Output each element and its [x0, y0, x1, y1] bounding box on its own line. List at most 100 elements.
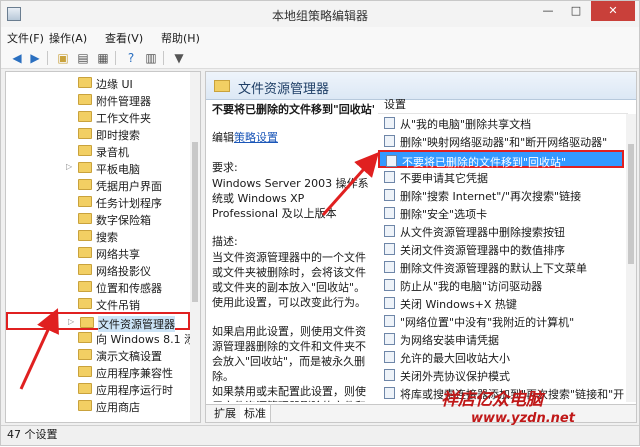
- tree-item[interactable]: 文件吊销: [6, 295, 190, 313]
- policy-row[interactable]: 从"我的电脑"删除共享文档: [378, 114, 624, 132]
- policy-label: 删除"映射网络驱动器"和"断开网络驱动器": [400, 136, 608, 149]
- folder-icon: [78, 264, 92, 275]
- menu-view[interactable]: 查看(V): [105, 30, 143, 46]
- policy-setting-icon: [384, 297, 395, 309]
- policy-label: 删除文件资源管理器的默认上下文菜单: [400, 262, 587, 275]
- tree-item-label: 应用商店: [96, 401, 140, 414]
- tree-item-label: 应用程序兼容性: [96, 367, 173, 380]
- edit-policy-link[interactable]: 策略设置: [234, 131, 278, 144]
- enable-text: 如果启用此设置，则使用文件资源管理器删除的文件和文件夹不会放入"回收站"，而是被…: [212, 325, 366, 383]
- close-button[interactable]: ✕: [591, 1, 635, 21]
- toolbar: ◀ ▶ ▣ ▤ ▦ ? ▥ ▼: [1, 47, 639, 69]
- policy-row[interactable]: 不要将已删除的文件移到"回收站": [378, 150, 624, 169]
- requirement-label: 要求:: [212, 161, 238, 174]
- list-scrollbar[interactable]: [626, 114, 636, 402]
- filter-icon[interactable]: ▼: [171, 50, 187, 66]
- policy-setting-icon: [384, 207, 395, 219]
- folder-icon: [78, 94, 92, 105]
- policy-row[interactable]: 不要申请其它凭据: [378, 168, 624, 186]
- tree-item[interactable]: 搜索: [6, 227, 190, 245]
- list-scroll-thumb[interactable]: [628, 144, 634, 264]
- policy-editor-window: 本地组策略编辑器 — □ ✕ 文件(F) 操作(A) 查看(V) 帮助(H) ◀…: [0, 0, 640, 446]
- up-folder-icon[interactable]: ▣: [55, 50, 71, 66]
- expand-arrow-icon[interactable]: ▷: [68, 317, 74, 326]
- help-icon[interactable]: ?: [123, 50, 139, 66]
- tree-item[interactable]: 附件管理器: [6, 91, 190, 109]
- export-icon[interactable]: ▦: [95, 50, 111, 66]
- policy-row[interactable]: 为网络安装申请凭据: [378, 330, 624, 348]
- policy-row[interactable]: 删除文件资源管理器的默认上下文菜单: [378, 258, 624, 276]
- policy-row[interactable]: 从文件资源管理器中删除搜索按钮: [378, 222, 624, 240]
- maximize-button[interactable]: □: [563, 1, 589, 21]
- tree-item-label: 应用程序运行时: [96, 384, 173, 397]
- policy-label: 删除"搜索 Internet"/"再次搜索"链接: [400, 190, 582, 203]
- policy-row[interactable]: 关闭文件资源管理器中的数值排序: [378, 240, 624, 258]
- tree-item-label: 边缘 UI: [96, 78, 133, 91]
- policy-row[interactable]: 允许的最大回收站大小: [378, 348, 624, 366]
- policy-label: 删除"安全"选项卡: [400, 208, 488, 221]
- policy-label: "网络位置"中没有"我附近的计算机": [400, 316, 575, 329]
- minimize-button[interactable]: —: [535, 1, 561, 21]
- forward-icon[interactable]: ▶: [27, 50, 43, 66]
- policy-setting-icon: [384, 171, 395, 183]
- tree-item[interactable]: 位置和传感器: [6, 278, 190, 296]
- tree-item-label: 即时搜索: [96, 129, 140, 142]
- policy-label: 关闭文件资源管理器中的数值排序: [400, 244, 565, 257]
- edit-prefix: 编辑: [212, 131, 234, 144]
- tree-item[interactable]: 边缘 UI: [6, 74, 190, 92]
- tree-item[interactable]: 网络投影仪: [6, 261, 190, 279]
- back-icon[interactable]: ◀: [9, 50, 25, 66]
- policy-row[interactable]: 删除"搜索 Internet"/"再次搜索"链接: [378, 186, 624, 204]
- tree-item[interactable]: 任务计划程序: [6, 193, 190, 211]
- tree-item[interactable]: 网络共享: [6, 244, 190, 262]
- tree-item-label: 工作文件夹: [96, 112, 151, 125]
- tree-item[interactable]: 工作文件夹: [6, 108, 190, 126]
- settings-column-header[interactable]: 设置: [378, 96, 628, 114]
- policy-setting-icon: [384, 315, 395, 327]
- folder-icon: [78, 247, 92, 258]
- tree-scroll-thumb[interactable]: [192, 142, 198, 302]
- tree-item[interactable]: 应用程序运行时: [6, 380, 190, 398]
- requirement-text: Windows Server 2003 操作系统或 Windows XP Pro…: [212, 177, 369, 220]
- folder-icon: [214, 80, 230, 92]
- policy-row[interactable]: "网络位置"中没有"我附近的计算机": [378, 312, 624, 330]
- tree-item[interactable]: 应用程序兼容性: [6, 363, 190, 381]
- tab-standard[interactable]: 标准: [240, 405, 271, 422]
- folder-icon: [78, 366, 92, 377]
- tree-item[interactable]: 应用商店: [6, 397, 190, 415]
- policy-label: 为网络安装申请凭据: [400, 334, 499, 347]
- policy-setting-icon: [384, 333, 395, 345]
- tree-item[interactable]: 演示文稿设置: [6, 346, 190, 364]
- menu-action[interactable]: 操作(A): [49, 30, 87, 46]
- watermark-url: www.yzdn.net: [471, 411, 575, 426]
- policy-setting-icon: [384, 387, 395, 399]
- folder-icon: [78, 179, 92, 190]
- tree-scrollbar[interactable]: [190, 72, 200, 422]
- menu-file[interactable]: 文件(F): [7, 30, 44, 46]
- status-bar: 47 个设置: [1, 425, 639, 445]
- show-hide-tree-icon[interactable]: ▤: [75, 50, 91, 66]
- tree-item[interactable]: 即时搜索: [6, 125, 190, 143]
- policy-row[interactable]: 删除"安全"选项卡: [378, 204, 624, 222]
- folder-icon: [78, 111, 92, 122]
- tree-item[interactable]: ▷ 平板电脑: [6, 159, 190, 177]
- policy-row[interactable]: 关闭 Windows+X 热键: [378, 294, 624, 312]
- tree-item-label: 演示文稿设置: [96, 350, 162, 363]
- tree-item[interactable]: 数字保险箱: [6, 210, 190, 228]
- tree-item-label: 网络投影仪: [96, 265, 151, 278]
- tree-item[interactable]: 向 Windows 8.1 添加: [6, 329, 200, 347]
- menu-help[interactable]: 帮助(H): [161, 30, 200, 46]
- expand-arrow-icon[interactable]: ▷: [66, 162, 72, 171]
- disable-text: 如果禁用或未配置此设置，则使用文件资源管理器删除的文件和文件夹将放入"回收站"。: [212, 385, 366, 402]
- tab-extended[interactable]: 扩展: [210, 405, 241, 422]
- properties-icon[interactable]: ▥: [143, 50, 159, 66]
- tree-item[interactable]: 录音机: [6, 142, 190, 160]
- tree-item[interactable]: ▷ 文件资源管理器: [6, 312, 190, 332]
- policy-row[interactable]: 防止从"我的电脑"访问驱动器: [378, 276, 624, 294]
- folder-icon: [78, 128, 92, 139]
- description-text: 当文件资源管理器中的一个文件或文件夹被删除时，会将该文件或文件夹的副本放入"回收…: [212, 251, 366, 309]
- tree-item[interactable]: 凭据用户界面: [6, 176, 190, 194]
- title-bar: 本地组策略编辑器 — □ ✕: [1, 1, 639, 27]
- policy-row[interactable]: 关闭外壳协议保护模式: [378, 366, 624, 384]
- policy-row[interactable]: 删除"映射网络驱动器"和"断开网络驱动器": [378, 132, 624, 150]
